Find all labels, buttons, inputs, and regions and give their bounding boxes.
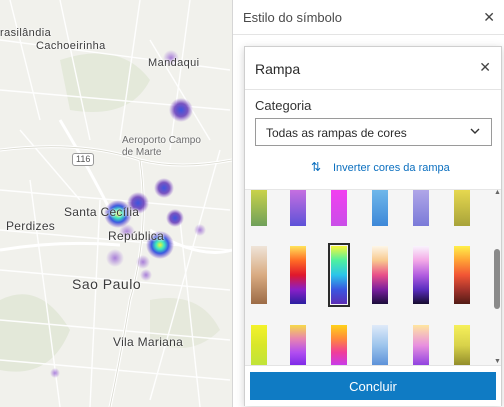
ramp-r2c3[interactable] <box>328 243 350 307</box>
ramp-r2c1[interactable] <box>251 246 267 304</box>
ramp-r2c4[interactable] <box>372 246 388 304</box>
ramp-r1c3[interactable] <box>331 190 347 226</box>
ramp-r2c6[interactable] <box>454 246 470 304</box>
map-label-sao-paulo: Sao Paulo <box>72 276 142 292</box>
divider <box>233 34 504 35</box>
map-label-mandaqui: Mandaqui <box>148 57 200 69</box>
category-select-value: Todas as rampas de cores <box>266 126 407 140</box>
category-label: Categoria <box>255 98 312 113</box>
popover-footer: Concluir <box>245 365 501 406</box>
ramp-r1c5[interactable] <box>413 190 429 226</box>
map-label-brasilandia: rasilândia <box>0 27 52 39</box>
highway-shield-116: 116 <box>72 153 95 166</box>
ramp-r1c4[interactable] <box>372 190 388 226</box>
popover-title: Rampa <box>255 61 301 77</box>
ramp-r2c5[interactable] <box>413 246 429 304</box>
ramp-r1c6[interactable] <box>454 190 470 226</box>
scrollbar[interactable]: ▲ ▼ <box>493 189 501 365</box>
popover-header: Rampa ✕ <box>245 47 501 90</box>
panel-title: Estilo do símbolo <box>243 10 342 25</box>
ramp-r1c2[interactable] <box>290 190 306 226</box>
ramp-r3c2[interactable] <box>290 325 306 366</box>
map-label-vila-mariana: Vila Mariana <box>113 335 184 349</box>
ramp-r1c1[interactable] <box>251 190 267 226</box>
scroll-down-icon[interactable]: ▼ <box>494 358 501 365</box>
map-label-santa-cecilia: Santa Cecília <box>64 205 140 219</box>
scroll-up-icon[interactable]: ▲ <box>494 189 501 196</box>
swap-vertical-icon: ⇅ <box>311 160 322 174</box>
ramp-r3c5[interactable] <box>413 325 429 366</box>
ramp-popover: Rampa ✕ Categoria Todas as rampas de cor… <box>244 46 502 406</box>
ramp-r3c1[interactable] <box>251 325 267 366</box>
map-label-perdizes: Perdizes <box>6 219 56 233</box>
chevron-down-icon <box>470 128 480 134</box>
close-icon[interactable]: ✕ <box>479 59 491 76</box>
scrollbar-thumb[interactable] <box>494 249 500 309</box>
map-label-republica: República <box>108 229 165 243</box>
ramp-r3c4[interactable] <box>372 325 388 366</box>
invert-ramp-label: Inverter cores da rampa <box>333 162 450 174</box>
ramp-r2c2[interactable] <box>290 246 306 304</box>
done-button[interactable]: Concluir <box>250 372 496 400</box>
map-label-airport: Aeroporto Campo de Marte <box>122 135 201 158</box>
map-label-cachoeirinha: Cachoeirinha <box>36 40 106 52</box>
ramp-r3c3[interactable] <box>331 325 347 366</box>
close-icon[interactable]: ✕ <box>483 9 495 26</box>
category-select[interactable]: Todas as rampas de cores <box>255 118 492 146</box>
ramp-r3c6[interactable] <box>454 325 470 366</box>
color-ramp-grid <box>245 189 501 366</box>
